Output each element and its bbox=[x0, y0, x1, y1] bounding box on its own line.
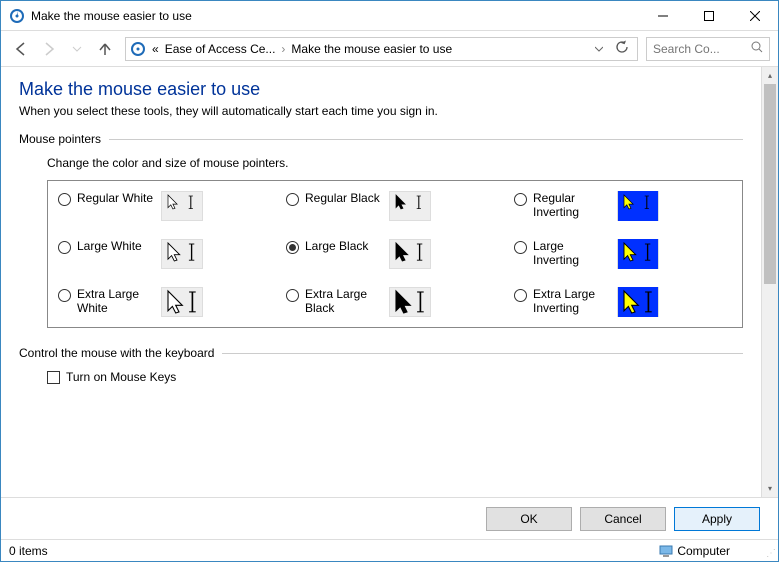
resize-grip[interactable]: ⋰ bbox=[766, 548, 776, 559]
breadcrumb-ease-of-access[interactable]: Ease of Access Ce... bbox=[163, 42, 278, 56]
pointer-option-large-white[interactable]: Large White bbox=[58, 239, 276, 269]
pointer-preview-large-black bbox=[389, 239, 431, 269]
window-title: Make the mouse easier to use bbox=[31, 9, 640, 23]
pointer-option-large-inverting[interactable]: Large Inverting bbox=[514, 239, 732, 269]
pointer-option-regular-black[interactable]: Regular Black bbox=[286, 191, 504, 221]
status-location: Computer bbox=[677, 544, 730, 558]
refresh-button[interactable] bbox=[611, 40, 633, 57]
breadcrumb-sep: › bbox=[279, 42, 287, 56]
pointer-preview-extra-large-black bbox=[389, 287, 431, 317]
vertical-scrollbar[interactable]: ▴ ▾ bbox=[761, 67, 778, 497]
page-subtext: When you select these tools, they will a… bbox=[19, 104, 743, 118]
pointer-preview-large-white bbox=[161, 239, 203, 269]
content-pane: Make the mouse easier to use When you se… bbox=[1, 67, 761, 497]
app-icon bbox=[9, 8, 25, 24]
radio-extra-large-inverting[interactable] bbox=[514, 289, 527, 302]
scroll-thumb[interactable] bbox=[764, 84, 776, 284]
pointer-option-regular-white[interactable]: Regular White bbox=[58, 191, 276, 221]
breadcrumb-prefix[interactable]: « bbox=[150, 42, 161, 56]
search-input[interactable] bbox=[651, 41, 749, 57]
search-icon[interactable] bbox=[749, 41, 765, 56]
titlebar: Make the mouse easier to use bbox=[1, 1, 778, 31]
maximize-button[interactable] bbox=[686, 1, 732, 30]
mousekeys-label: Turn on Mouse Keys bbox=[66, 370, 176, 384]
breadcrumb-current[interactable]: Make the mouse easier to use bbox=[289, 42, 454, 56]
address-bar[interactable]: « Ease of Access Ce... › Make the mouse … bbox=[125, 37, 638, 61]
computer-icon bbox=[659, 545, 673, 557]
pointer-label: Large White bbox=[77, 239, 155, 253]
pointer-preview-extra-large-white bbox=[161, 287, 203, 317]
pointer-options-box: Regular White Regular Black Regular Inve… bbox=[47, 180, 743, 328]
divider bbox=[109, 139, 743, 140]
radio-extra-large-black[interactable] bbox=[286, 289, 299, 302]
radio-regular-white[interactable] bbox=[58, 193, 71, 206]
apply-button[interactable]: Apply bbox=[674, 507, 760, 531]
location-icon bbox=[130, 41, 146, 57]
nav-toolbar: « Ease of Access Ce... › Make the mouse … bbox=[1, 31, 778, 67]
pointer-option-extra-large-white[interactable]: Extra Large White bbox=[58, 287, 276, 317]
mousekeys-checkbox[interactable] bbox=[47, 371, 60, 384]
up-button[interactable] bbox=[93, 37, 117, 61]
search-box[interactable] bbox=[646, 37, 770, 61]
keyboard-mouse-label: Control the mouse with the keyboard bbox=[19, 346, 214, 360]
close-button[interactable] bbox=[732, 1, 778, 30]
scroll-up-button[interactable]: ▴ bbox=[762, 67, 778, 84]
ok-button[interactable]: OK bbox=[486, 507, 572, 531]
status-bar: 0 items Computer ⋰ bbox=[1, 539, 778, 561]
pointer-label: Regular White bbox=[77, 191, 155, 205]
radio-regular-inverting[interactable] bbox=[514, 193, 527, 206]
dialog-buttons: OK Cancel Apply bbox=[1, 497, 778, 539]
radio-large-black[interactable] bbox=[286, 241, 299, 254]
mouse-pointers-section: Mouse pointers bbox=[19, 132, 743, 146]
pointer-option-extra-large-inverting[interactable]: Extra Large Inverting bbox=[514, 287, 732, 317]
pointer-preview-extra-large-inverting bbox=[617, 287, 659, 317]
status-item-count: 0 items bbox=[9, 544, 659, 558]
pointer-option-regular-inverting[interactable]: Regular Inverting bbox=[514, 191, 732, 221]
pointer-label: Extra Large White bbox=[77, 287, 155, 316]
address-dropdown[interactable] bbox=[591, 42, 607, 56]
radio-extra-large-white[interactable] bbox=[58, 289, 71, 302]
pointers-description: Change the color and size of mouse point… bbox=[47, 156, 743, 170]
radio-large-inverting[interactable] bbox=[514, 241, 527, 254]
pointer-option-extra-large-black[interactable]: Extra Large Black bbox=[286, 287, 504, 317]
pointer-label: Large Inverting bbox=[533, 239, 611, 268]
scroll-down-button[interactable]: ▾ bbox=[762, 480, 778, 497]
recent-dropdown[interactable] bbox=[65, 37, 89, 61]
pointer-preview-regular-inverting bbox=[617, 191, 659, 221]
forward-button[interactable] bbox=[37, 37, 61, 61]
keyboard-mouse-section: Control the mouse with the keyboard bbox=[19, 346, 743, 360]
page-heading: Make the mouse easier to use bbox=[19, 79, 743, 100]
back-button[interactable] bbox=[9, 37, 33, 61]
divider bbox=[222, 353, 743, 354]
pointer-label: Large Black bbox=[305, 239, 383, 253]
pointer-label: Regular Black bbox=[305, 191, 383, 205]
pointer-preview-large-inverting bbox=[617, 239, 659, 269]
pointer-label: Extra Large Black bbox=[305, 287, 383, 316]
pointer-label: Extra Large Inverting bbox=[533, 287, 611, 316]
pointer-label: Regular Inverting bbox=[533, 191, 611, 220]
radio-large-white[interactable] bbox=[58, 241, 71, 254]
cancel-button[interactable]: Cancel bbox=[580, 507, 666, 531]
mouse-pointers-label: Mouse pointers bbox=[19, 132, 101, 146]
pointer-preview-regular-black bbox=[389, 191, 431, 221]
pointer-preview-regular-white bbox=[161, 191, 203, 221]
minimize-button[interactable] bbox=[640, 1, 686, 30]
pointer-option-large-black[interactable]: Large Black bbox=[286, 239, 504, 269]
radio-regular-black[interactable] bbox=[286, 193, 299, 206]
